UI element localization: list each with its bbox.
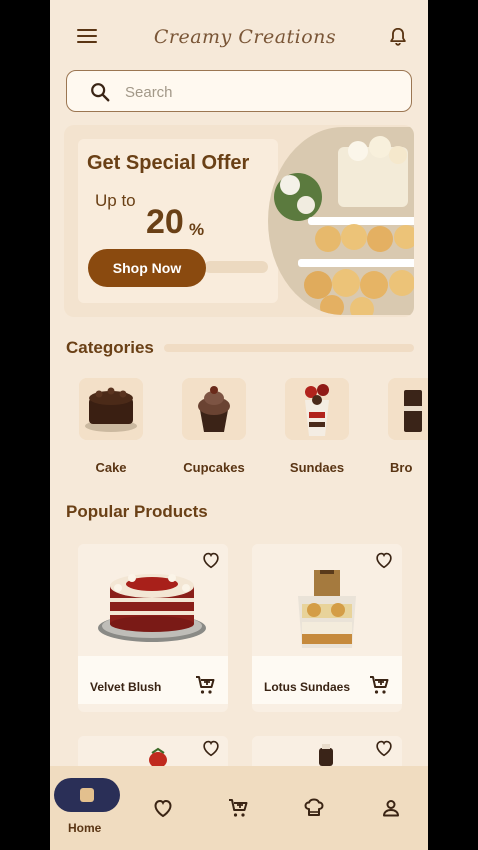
menu-icon[interactable]: [77, 29, 97, 45]
app-title: Creamy Creations: [153, 26, 337, 48]
search-bar[interactable]: [66, 70, 412, 112]
favorite-heart-icon[interactable]: [373, 549, 395, 571]
cake-image: [79, 378, 143, 440]
cupcake-image: [182, 378, 246, 440]
category-label: Bro: [390, 460, 413, 475]
offer-percent-sign: %: [189, 220, 205, 239]
category-cake[interactable]: Cake: [71, 378, 151, 475]
product-footer: Lotus Sundaes: [252, 656, 402, 704]
nav-home-button[interactable]: [54, 778, 120, 812]
cupcake-tower-image: [268, 127, 414, 315]
offer-upto: Up to: [95, 191, 136, 210]
sundae-image: [285, 378, 349, 440]
categories-title: Categories: [66, 338, 154, 357]
category-brownies[interactable]: Bro: [380, 378, 428, 475]
add-to-cart-icon[interactable]: [193, 673, 217, 697]
brownie-image: [388, 378, 428, 440]
favorite-heart-icon[interactable]: [200, 549, 222, 571]
cart-icon[interactable]: [226, 796, 250, 820]
heart-icon[interactable]: [151, 796, 175, 820]
favorite-heart-icon[interactable]: [200, 737, 222, 759]
add-to-cart-icon[interactable]: [367, 673, 391, 697]
special-offer-banner: Get Special Offer Up to 20 % Shop Now: [64, 125, 414, 317]
app-screen: Creamy Creations Get Special Offer Up to…: [50, 0, 428, 850]
banner-divider: [204, 261, 268, 273]
bell-icon[interactable]: [387, 26, 409, 48]
offer-title: Get Special Offer: [87, 152, 250, 174]
categories-divider: [164, 344, 414, 352]
popular-products-title: Popular Products: [66, 502, 208, 521]
category-sundaes[interactable]: Sundaes: [277, 378, 357, 475]
profile-icon[interactable]: [379, 796, 403, 820]
product-footer: Velvet Blush: [78, 656, 228, 704]
category-label: Sundaes: [289, 460, 345, 475]
search-icon: [91, 83, 110, 102]
search-input[interactable]: [125, 81, 385, 103]
category-cupcakes[interactable]: Cupcakes: [174, 378, 254, 475]
favorite-heart-icon[interactable]: [373, 737, 395, 759]
bottom-navigation: Home: [50, 766, 428, 850]
top-bar: Creamy Creations: [50, 18, 428, 58]
home-icon: [80, 788, 94, 802]
nav-home-label: Home: [68, 821, 102, 835]
shop-now-button[interactable]: Shop Now: [88, 249, 206, 287]
category-label: Cupcakes: [183, 460, 245, 475]
chef-hat-icon[interactable]: [302, 796, 326, 820]
offer-percent: 20: [146, 203, 184, 241]
product-name: Velvet Blush: [90, 680, 162, 694]
category-label: Cake: [95, 460, 127, 475]
product-name: Lotus Sundaes: [264, 680, 351, 694]
